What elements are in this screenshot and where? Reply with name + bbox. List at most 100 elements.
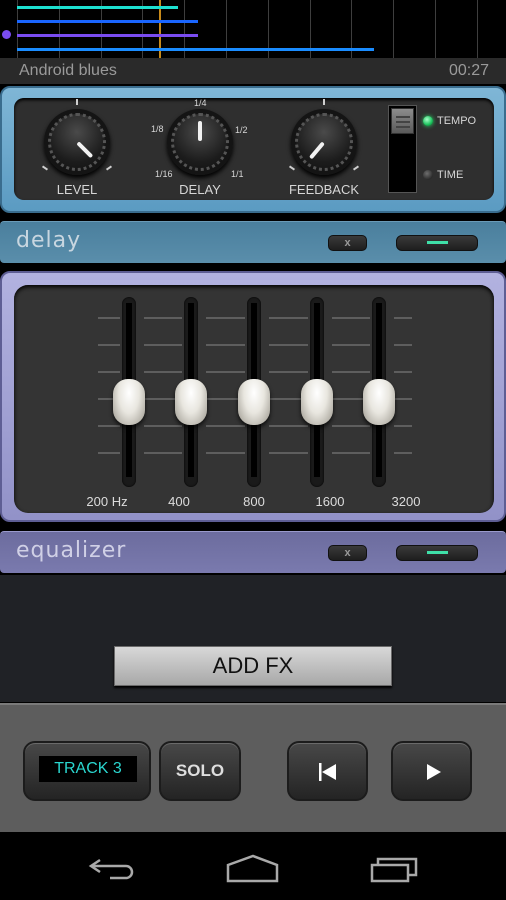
track-display: TRACK 3 [39, 756, 137, 782]
solo-button[interactable]: SOLO [159, 741, 241, 801]
feedback-knob[interactable]: FEEDBACK [274, 97, 374, 197]
eq-scale-tick [394, 371, 412, 373]
eq-scale-tick [144, 344, 182, 346]
song-time: 00:27 [448, 62, 489, 79]
eq-scale-tick [269, 317, 308, 319]
eq-scale-tick [206, 371, 245, 373]
eq-scale-tick [332, 317, 370, 319]
timeline-grid-line [476, 0, 478, 58]
level-knob[interactable]: LEVEL [27, 97, 127, 197]
eq-scale-tick [332, 344, 370, 346]
play-icon [427, 764, 441, 780]
tempo-label[interactable]: TEMPO [437, 115, 476, 127]
eq-scale-tick [144, 317, 182, 319]
eq-scale-tick [269, 344, 308, 346]
eq-scale-tick [269, 371, 308, 373]
eq-scale-tick [98, 452, 120, 454]
delay-title: delay [16, 228, 82, 253]
eq-fader-thumb-3[interactable] [238, 379, 270, 425]
eq-fader-thumb-5[interactable] [363, 379, 395, 425]
mark-1-8: 1/8 [151, 124, 164, 134]
eq-scale-tick [206, 452, 245, 454]
back-icon[interactable] [88, 851, 138, 887]
delay-enable-toggle[interactable] [396, 235, 478, 251]
track-clip-2[interactable] [17, 20, 198, 23]
eq-scale-tick [394, 344, 412, 346]
eq-band-label: 200 Hz [86, 494, 128, 509]
sync-mode-switch-handle[interactable] [391, 108, 414, 134]
mark-1-2: 1/2 [235, 125, 248, 135]
eq-scale-tick [394, 317, 412, 319]
feedback-knob-dial[interactable] [291, 109, 357, 175]
equalizer-module: 200 Hz 400 800 1600 3200 [0, 271, 506, 522]
eq-scale-tick [332, 371, 370, 373]
eq-band-label: 400 [168, 494, 190, 509]
equalizer-enable-toggle[interactable] [396, 545, 478, 561]
close-icon: x [344, 547, 351, 559]
delay-knob-dial[interactable] [167, 109, 233, 175]
eq-scale-tick [269, 425, 308, 427]
track-select-button[interactable]: TRACK 3 [23, 741, 151, 801]
skip-to-start-icon [319, 763, 336, 781]
song-info-bar: Android blues 00:27 [0, 58, 506, 84]
level-label: LEVEL [56, 182, 98, 197]
delay-remove-button[interactable]: x [328, 235, 367, 251]
feedback-label: FEEDBACK [288, 182, 360, 197]
mark-1-16: 1/16 [155, 169, 173, 179]
eq-scale-tick [269, 452, 308, 454]
equalizer-remove-button[interactable]: x [328, 545, 367, 561]
eq-scale-tick [394, 452, 412, 454]
eq-fader-thumb-1[interactable] [113, 379, 145, 425]
track-clip-3[interactable] [17, 34, 198, 37]
eq-fader-thumb-2[interactable] [175, 379, 207, 425]
eq-scale-tick [332, 452, 370, 454]
play-button[interactable] [391, 741, 472, 801]
eq-scale-tick [144, 452, 182, 454]
equalizer-title: equalizer [16, 538, 127, 563]
mark-1-1: 1/1 [231, 169, 244, 179]
transport-bar: TRACK 3 SOLO [0, 703, 506, 832]
track-timeline[interactable] [0, 0, 506, 58]
time-led [423, 170, 433, 180]
equalizer-title-bar: equalizer x [0, 531, 506, 573]
eq-scale-tick [98, 425, 120, 427]
home-icon[interactable] [226, 851, 280, 887]
time-label[interactable]: TIME [437, 169, 463, 181]
app-screen: Android blues 00:27 LEVEL 1/4 1/8 1/2 1/… [0, 0, 506, 900]
eq-band-label: 1600 [315, 494, 345, 509]
timeline-grid-line [393, 0, 395, 58]
song-title: Android blues [19, 62, 117, 79]
eq-scale-tick [394, 398, 412, 400]
eq-scale-tick [144, 371, 182, 373]
selected-track-indicator [2, 30, 11, 39]
mark-1-4: 1/4 [194, 98, 207, 108]
enabled-indicator-icon [427, 241, 448, 244]
eq-scale-tick [98, 371, 120, 373]
eq-scale-tick [206, 317, 245, 319]
close-icon: x [344, 237, 351, 249]
delay-title-bar: delay x [0, 221, 506, 263]
eq-scale-tick [206, 344, 245, 346]
eq-fader-thumb-4[interactable] [301, 379, 333, 425]
add-fx-button[interactable]: ADD FX [114, 646, 392, 686]
rewind-button[interactable] [287, 741, 368, 801]
enabled-indicator-icon [427, 551, 448, 554]
track-clip-1[interactable] [17, 6, 179, 9]
delay-label: DELAY [179, 182, 221, 197]
eq-scale-tick [206, 425, 245, 427]
equalizer-panel: 200 Hz 400 800 1600 3200 [14, 285, 494, 513]
timeline-grid-line [435, 0, 436, 58]
level-knob-dial[interactable] [44, 109, 110, 175]
tempo-led [423, 116, 433, 126]
track-clip-4[interactable] [17, 48, 374, 51]
eq-band-label: 3200 [391, 494, 421, 509]
eq-scale-tick [98, 344, 120, 346]
eq-band-label: 800 [243, 494, 265, 509]
eq-scale-tick [394, 425, 412, 427]
system-nav-bar [0, 833, 506, 900]
eq-scale-tick [332, 425, 370, 427]
recents-icon[interactable] [370, 851, 420, 887]
delay-time-knob[interactable]: 1/4 1/8 1/2 1/16 1/1 DELAY [150, 97, 250, 197]
eq-scale-tick [144, 425, 182, 427]
eq-scale-tick [98, 317, 120, 319]
